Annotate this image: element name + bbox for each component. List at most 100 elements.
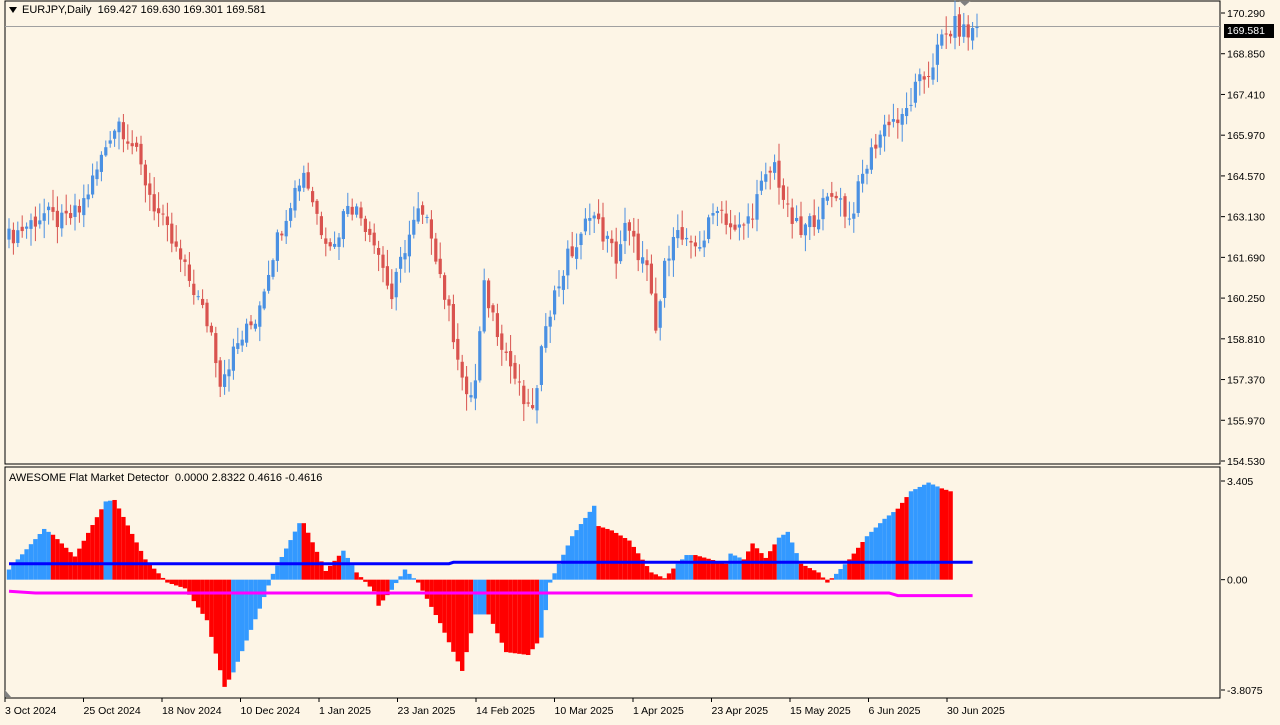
candle-body xyxy=(69,213,73,219)
candle-body xyxy=(205,302,209,327)
candle-body xyxy=(513,362,517,379)
indicator-value-4: -0.4616 xyxy=(285,472,323,484)
date-axis-label: 14 Feb 2025 xyxy=(476,705,535,717)
histogram-bar xyxy=(328,565,333,580)
date-axis-label: 23 Jan 2025 xyxy=(398,705,456,717)
candle-body xyxy=(311,191,315,203)
histogram-bar xyxy=(627,540,632,580)
histogram-bar xyxy=(37,534,42,580)
candle-body xyxy=(909,104,913,106)
histogram-bar xyxy=(548,579,553,583)
histogram-bar xyxy=(570,536,575,580)
dropdown-triangle-icon[interactable] xyxy=(9,7,17,14)
histogram-bar xyxy=(829,578,834,580)
histogram-bar xyxy=(134,542,139,580)
candle-body xyxy=(416,208,420,222)
histogram-bar xyxy=(754,548,760,580)
candle-body xyxy=(372,232,376,246)
histogram-bar xyxy=(372,579,377,592)
chart-window[interactable]: 170.290 168.850 167.410 165.970 164.570 163.1… xyxy=(0,0,1280,720)
candle-body xyxy=(16,230,20,243)
histogram-bar xyxy=(420,579,425,591)
date-axis-label: 6 Jun 2025 xyxy=(869,705,921,717)
histogram-bar xyxy=(521,579,526,655)
candle-body xyxy=(803,224,807,236)
histogram-bar xyxy=(292,531,298,580)
histogram-bar xyxy=(583,517,588,580)
candle-body xyxy=(284,220,288,237)
candle-body xyxy=(456,338,460,360)
candle-body xyxy=(944,33,948,35)
candle-body xyxy=(812,215,816,228)
histogram-bar xyxy=(895,508,900,580)
candle-body xyxy=(165,216,169,226)
candle-body xyxy=(619,244,623,262)
candle-body xyxy=(698,247,702,249)
candle-body xyxy=(808,216,812,228)
histogram-bar xyxy=(446,579,452,643)
chart-canvas[interactable]: 170.290 168.850 167.410 165.970 164.570 163.1… xyxy=(0,0,1280,720)
candle-body xyxy=(614,241,618,264)
histogram-bar xyxy=(433,579,438,616)
candle-body xyxy=(465,376,469,395)
candle-body xyxy=(861,173,865,184)
histogram-bar xyxy=(552,573,557,580)
histogram-bar xyxy=(820,577,826,580)
histogram-bar xyxy=(464,579,469,653)
candle-body xyxy=(139,143,143,165)
candle-body xyxy=(781,185,785,200)
candle-body xyxy=(421,205,425,215)
candle-body xyxy=(368,228,372,235)
indicator-value-2: 2.8322 xyxy=(211,472,246,484)
price-axis-label: 163.130 xyxy=(1227,212,1265,224)
candle-body xyxy=(227,369,231,377)
histogram-bar xyxy=(675,563,680,580)
date-axis-label: 3 Oct 2024 xyxy=(5,705,57,717)
histogram-bar xyxy=(768,551,773,580)
histogram-bar xyxy=(508,579,513,653)
histogram-bar xyxy=(130,533,135,580)
histogram-bar xyxy=(380,579,386,601)
histogram-bar xyxy=(671,568,676,580)
candle-body xyxy=(91,175,95,195)
candle-body xyxy=(729,223,733,228)
histogram-bar xyxy=(178,579,183,587)
histogram-bar xyxy=(116,508,122,580)
histogram-bar xyxy=(169,579,174,585)
histogram-bar xyxy=(776,537,782,580)
histogram-bar xyxy=(504,579,509,653)
candle-body xyxy=(478,331,482,381)
histogram-bar xyxy=(869,531,874,580)
histogram-bar xyxy=(490,579,496,624)
histogram-bar xyxy=(697,556,702,580)
candle-body xyxy=(548,316,552,327)
histogram-bar xyxy=(904,497,909,580)
candle-body xyxy=(187,264,191,281)
candle-body xyxy=(504,351,508,353)
histogram-bar xyxy=(781,534,786,580)
histogram-bar xyxy=(556,564,562,580)
histogram-bar xyxy=(451,579,456,652)
histogram-bar xyxy=(345,557,350,580)
candle-body xyxy=(702,240,706,248)
histogram-bar xyxy=(248,579,254,630)
candle-body xyxy=(641,257,645,264)
histogram-bar xyxy=(81,540,86,580)
histogram-bar xyxy=(33,539,38,580)
candle-body xyxy=(306,172,310,189)
histogram-bar xyxy=(389,579,394,590)
candle-body xyxy=(834,195,838,199)
candle-body xyxy=(773,162,777,173)
candle-body xyxy=(680,227,684,240)
histogram-bar xyxy=(812,570,817,580)
candle-body xyxy=(561,275,565,290)
candles-group xyxy=(7,0,979,424)
histogram-bar xyxy=(926,482,931,580)
price-axis-label: 157.370 xyxy=(1227,375,1265,387)
candle-body xyxy=(161,213,165,215)
candle-body xyxy=(82,198,86,216)
histogram-bar xyxy=(561,554,566,580)
candle-body xyxy=(25,226,29,229)
candle-body xyxy=(47,206,51,211)
candle-body xyxy=(531,405,535,409)
